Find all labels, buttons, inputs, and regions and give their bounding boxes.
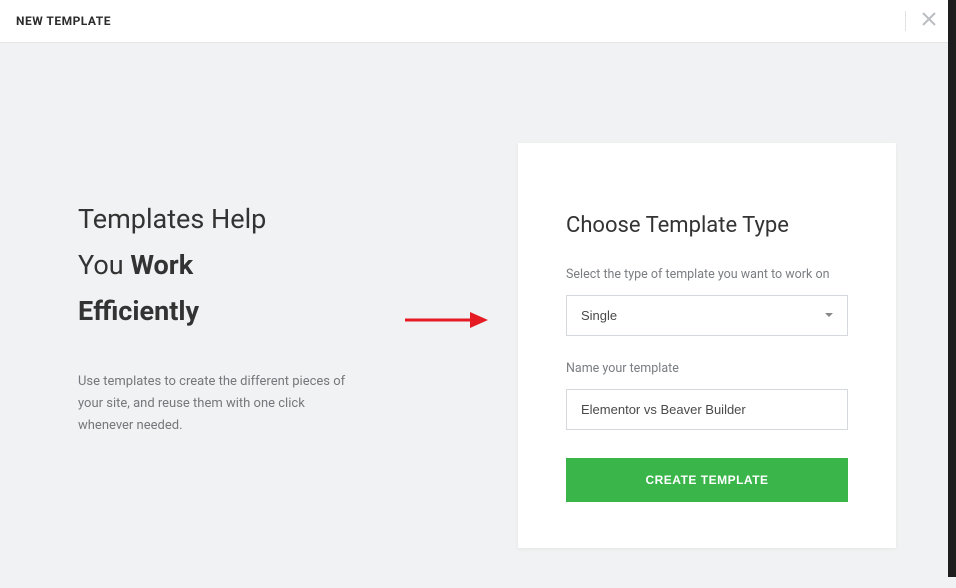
headline: Templates Help You Work Efficiently bbox=[78, 197, 378, 335]
template-name-input[interactable] bbox=[566, 389, 848, 430]
dialog-title: NEW TEMPLATE bbox=[16, 14, 111, 28]
template-type-select-wrap: Single bbox=[566, 295, 848, 336]
headline-line-2a: You bbox=[78, 249, 130, 281]
dialog-header: NEW TEMPLATE bbox=[0, 0, 956, 43]
template-name-label: Name your template bbox=[566, 360, 848, 379]
close-icon[interactable] bbox=[918, 8, 940, 34]
template-type-value: Single bbox=[581, 308, 617, 323]
template-type-select[interactable]: Single bbox=[566, 295, 848, 336]
headline-line-1: Templates Help bbox=[78, 203, 266, 235]
template-type-label: Select the type of template you want to … bbox=[566, 266, 848, 285]
header-actions bbox=[905, 8, 940, 34]
chevron-down-icon bbox=[825, 313, 833, 317]
form-card: Choose Template Type Select the type of … bbox=[518, 143, 896, 548]
info-column: Templates Help You Work Efficiently Use … bbox=[78, 143, 378, 437]
dialog-body: Templates Help You Work Efficiently Use … bbox=[0, 43, 956, 588]
form-title: Choose Template Type bbox=[566, 213, 848, 238]
headline-bold-1: Work bbox=[130, 249, 193, 281]
headline-subtext: Use templates to create the different pi… bbox=[78, 371, 358, 437]
separator bbox=[905, 11, 906, 31]
headline-bold-2: Efficiently bbox=[78, 295, 199, 327]
side-edge bbox=[948, 0, 956, 577]
create-template-button[interactable]: CREATE TEMPLATE bbox=[566, 458, 848, 502]
